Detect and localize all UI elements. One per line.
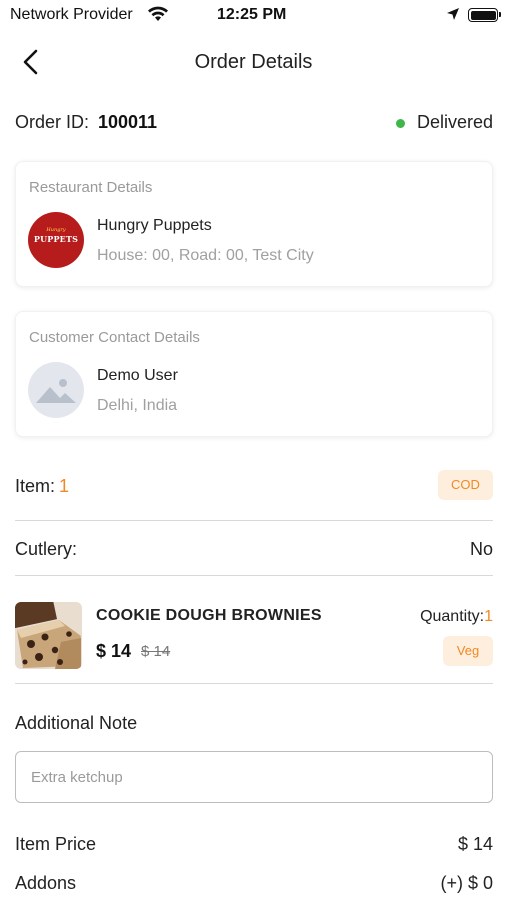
customer-contact-card: Customer Contact Details Demo User Delhi… <box>15 311 493 437</box>
food-name: COOKIE DOUGH BROWNIES <box>96 607 322 624</box>
restaurant-logo: Hungry PUPPETS <box>28 212 84 268</box>
wifi-icon <box>147 6 169 27</box>
cutlery-row: Cutlery: No <box>15 539 493 563</box>
image-placeholder-icon <box>28 362 84 418</box>
item-price-label: Item Price <box>15 834 97 854</box>
customer-section-title: Customer Contact Details <box>29 329 200 346</box>
restaurant-details-card: Restaurant Details Hungry PUPPETS Hungry… <box>15 161 493 287</box>
quantity-value: 1 <box>484 608 493 625</box>
clock: 12:25 PM <box>217 6 287 23</box>
item-count: 1 <box>59 476 70 496</box>
food-price: $ 14 <box>96 641 132 661</box>
veg-badge: Veg <box>443 636 493 666</box>
quantity-label: Quantity: <box>420 608 485 625</box>
divider <box>15 683 493 684</box>
item-label: Item: <box>15 476 56 496</box>
additional-note-label: Additional Note <box>15 713 138 733</box>
additional-note-input[interactable] <box>15 751 493 803</box>
cutlery-value: No <box>469 539 493 559</box>
customer-location: Delhi, India <box>97 397 178 414</box>
item-price-value: $ 14 <box>457 834 493 854</box>
addons-row: Addons (+) $ 0 <box>15 873 493 897</box>
page-title: Order Details <box>194 51 313 73</box>
location-arrow-icon <box>446 7 460 26</box>
payment-method-badge: COD <box>438 470 493 500</box>
carrier-name: Network Provider <box>10 6 133 23</box>
addons-value: (+) $ 0 <box>440 873 493 893</box>
order-status: Delivered <box>416 112 493 132</box>
restaurant-address: House: 00, Road: 00, Test City <box>97 247 314 264</box>
status-dot-icon <box>396 119 405 128</box>
food-image <box>15 602 82 669</box>
quantity-display: Quantity:1 <box>420 608 493 626</box>
divider <box>15 520 493 521</box>
status-bar: Network Provider 12:25 PM <box>0 0 507 30</box>
header: Order Details <box>0 40 507 84</box>
restaurant-section-title: Restaurant Details <box>29 179 153 196</box>
addons-label: Addons <box>15 873 77 893</box>
divider <box>15 575 493 576</box>
order-id-value: 100011 <box>98 112 158 132</box>
order-summary-row: Order ID: 100011 Delivered <box>15 112 493 136</box>
customer-name: Demo User <box>97 367 178 384</box>
order-id-label: Order ID: <box>15 112 90 132</box>
restaurant-name: Hungry Puppets <box>97 217 212 234</box>
item-count-row: Item: 1 COD <box>15 470 493 500</box>
food-original-price: $ 14 <box>141 643 171 660</box>
item-price-row: Item Price $ 14 <box>15 834 493 858</box>
battery-icon <box>468 8 501 22</box>
cutlery-label: Cutlery: <box>15 539 78 559</box>
